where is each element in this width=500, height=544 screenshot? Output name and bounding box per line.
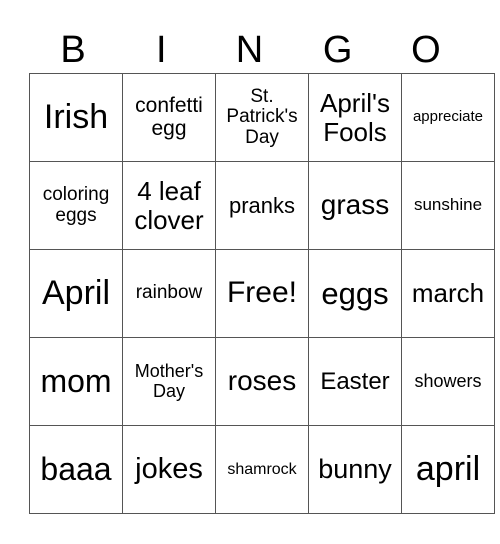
bingo-cell[interactable]: march: [401, 249, 495, 338]
bingo-cell[interactable]: eggs: [308, 249, 402, 338]
bingo-cell[interactable]: jokes: [122, 425, 216, 514]
bingo-cell[interactable]: Irish: [29, 73, 123, 162]
header-letter-g: G: [322, 29, 353, 71]
bingo-cell[interactable]: Mother's Day: [122, 337, 216, 426]
bingo-cell[interactable]: april: [401, 425, 495, 514]
bingo-cell[interactable]: roses: [215, 337, 309, 426]
bingo-row: Irish confetti egg St. Patrick's Day April'…: [29, 73, 495, 162]
header-letter-i: I: [156, 29, 167, 71]
bingo-card: Irish confetti egg St. Patrick's Day April'…: [29, 73, 495, 514]
bingo-cell[interactable]: shamrock: [215, 425, 309, 514]
bingo-cell[interactable]: rainbow: [122, 249, 216, 338]
bingo-cell[interactable]: appreciate: [401, 73, 495, 162]
bingo-cell[interactable]: showers: [401, 337, 495, 426]
bingo-row: mom Mother's Day roses Easter showers: [29, 337, 495, 426]
bingo-cell[interactable]: grass: [308, 161, 402, 250]
bingo-cell[interactable]: April's Fools: [308, 73, 402, 162]
header-letter-o: O: [411, 29, 441, 71]
bingo-row: coloring eggs 4 leaf clover pranks grass sun…: [29, 161, 495, 250]
bingo-cell[interactable]: St. Patrick's Day: [215, 73, 309, 162]
bingo-row: baaa jokes shamrock bunny april: [29, 425, 495, 514]
bingo-cell[interactable]: bunny: [308, 425, 402, 514]
bingo-cell[interactable]: 4 leaf clover: [122, 161, 216, 250]
bingo-cell[interactable]: April: [29, 249, 123, 338]
bingo-row: April rainbow Free! eggs march: [29, 249, 495, 338]
bingo-cell[interactable]: Easter: [308, 337, 402, 426]
bingo-cell[interactable]: baaa: [29, 425, 123, 514]
bingo-cell[interactable]: confetti egg: [122, 73, 216, 162]
bingo-cell[interactable]: sunshine: [401, 161, 495, 250]
bingo-cell[interactable]: coloring eggs: [29, 161, 123, 250]
header-letter-b: B: [60, 29, 86, 71]
bingo-cell[interactable]: pranks: [215, 161, 309, 250]
bingo-cell[interactable]: mom: [29, 337, 123, 426]
free-space-cell[interactable]: Free!: [215, 249, 309, 338]
header-letter-n: N: [235, 29, 264, 71]
bingo-header: B I N G O: [29, 26, 470, 74]
